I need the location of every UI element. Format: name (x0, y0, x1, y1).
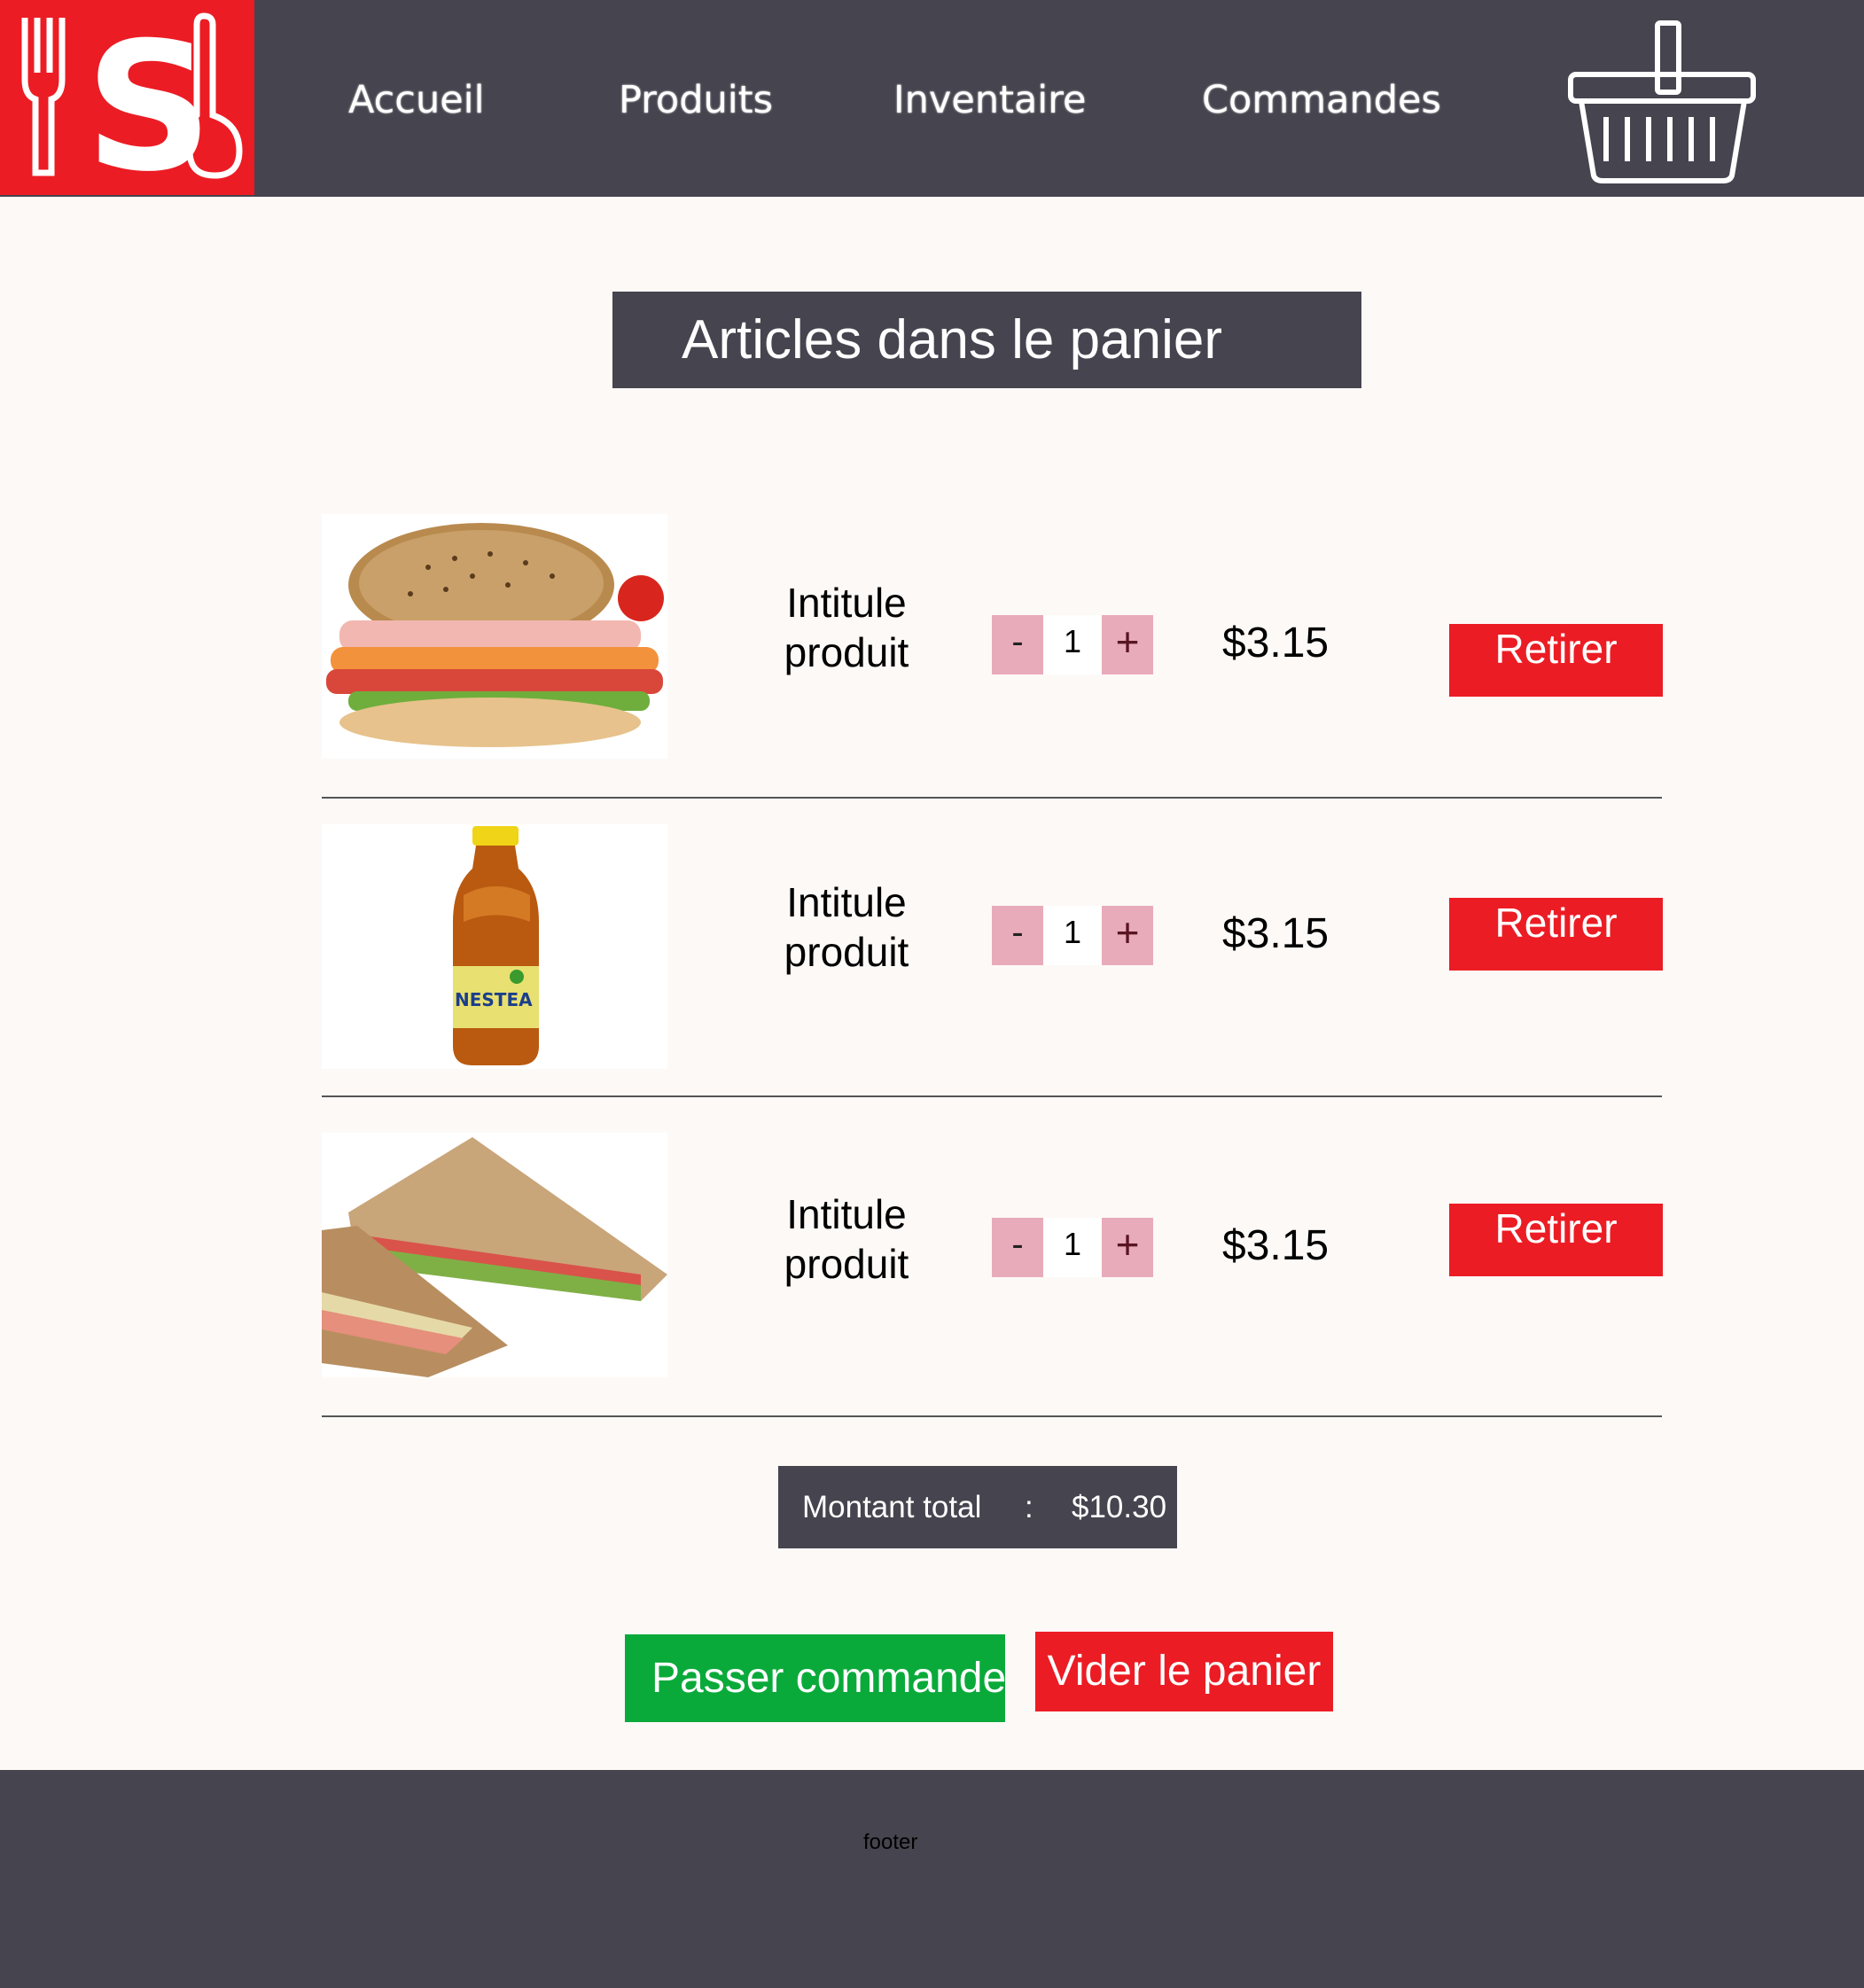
site-logo[interactable]: S (0, 0, 254, 195)
divider (322, 797, 1662, 799)
place-order-button[interactable]: Passer commande (625, 1634, 1005, 1722)
total-separator: : (1025, 1490, 1033, 1524)
nav-inventaire[interactable]: Inventaire (893, 78, 1086, 122)
footer-text: footer (863, 1830, 918, 1854)
nav-accueil[interactable]: Accueil (348, 78, 485, 122)
product-price: $3.15 (1222, 910, 1330, 957)
nav-produits[interactable]: Produits (619, 78, 773, 122)
svg-text:NESTEA: NESTEA (455, 989, 533, 1010)
footer: footer (0, 1770, 1864, 1988)
product-price: $3.15 (1222, 620, 1330, 667)
decrease-button[interactable]: - (992, 1218, 1043, 1277)
product-image-sandwich-triangle (322, 1133, 667, 1377)
cart-page: Articles dans le panier Intitule produit (0, 197, 1864, 1770)
remove-button[interactable]: Retirer (1449, 898, 1663, 971)
header: S Accueil Produits Inventaire Commandes (0, 0, 1864, 197)
quantity-value[interactable]: 1 (1043, 1218, 1102, 1277)
increase-button[interactable]: + (1102, 906, 1153, 965)
clear-cart-button[interactable]: Vider le panier (1035, 1632, 1333, 1711)
cart-item: Intitule produit - 1 + $3.15 Retirer (322, 514, 1663, 798)
page-title: Articles dans le panier (612, 292, 1361, 388)
remove-button[interactable]: Retirer (1449, 624, 1663, 697)
product-price: $3.15 (1222, 1222, 1330, 1269)
logo-icon: S (21, 4, 243, 195)
quantity-value[interactable]: 1 (1043, 906, 1102, 965)
decrease-button[interactable]: - (992, 615, 1043, 674)
product-image-nestea: NESTEA (322, 824, 667, 1069)
remove-button[interactable]: Retirer (1449, 1204, 1663, 1276)
increase-button[interactable]: + (1102, 615, 1153, 674)
increase-button[interactable]: + (1102, 1218, 1153, 1277)
product-title: Intitule produit (784, 879, 909, 975)
divider (322, 1415, 1662, 1417)
decrease-button[interactable]: - (992, 906, 1043, 965)
cart-item: NESTEA Intitule produit - 1 + $3.15 Reti… (322, 824, 1663, 1108)
total-value: $10.30 (1072, 1490, 1167, 1524)
cart-item: Intitule produit - 1 + $3.15 Retirer (322, 1133, 1663, 1416)
quantity-value[interactable]: 1 (1043, 615, 1102, 674)
basket-icon[interactable] (1567, 19, 1760, 188)
total-label: Montant total (802, 1490, 982, 1524)
product-title: Intitule produit (784, 580, 909, 675)
quantity-stepper: - 1 + (992, 1218, 1156, 1277)
divider (322, 1095, 1662, 1097)
product-title: Intitule produit (784, 1191, 909, 1287)
quantity-stepper: - 1 + (992, 615, 1156, 674)
total-amount: Montant total : $10.30 (778, 1466, 1177, 1548)
nav-commandes[interactable]: Commandes (1202, 78, 1441, 122)
product-image-sandwich (322, 514, 667, 759)
quantity-stepper: - 1 + (992, 906, 1156, 965)
